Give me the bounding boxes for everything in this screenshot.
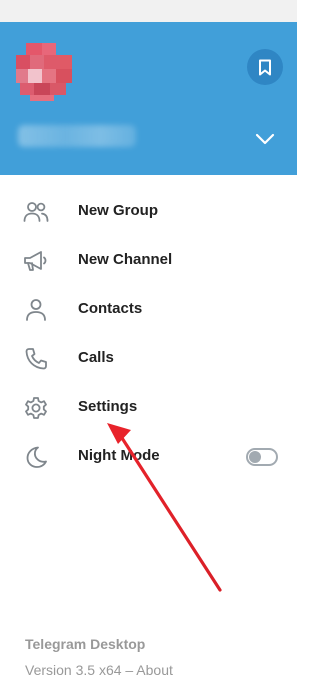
moon-icon xyxy=(23,444,49,470)
profile-header xyxy=(0,22,297,175)
menu-item-label: Contacts xyxy=(78,300,143,317)
expand-accounts-button[interactable] xyxy=(250,124,280,154)
megaphone-icon xyxy=(23,248,49,274)
phone-icon xyxy=(23,346,49,372)
menu-item-label: New Group xyxy=(78,202,159,219)
menu-item-new-group[interactable]: New Group xyxy=(0,187,297,236)
app-name: Telegram Desktop xyxy=(25,636,146,652)
top-strip xyxy=(0,0,297,22)
toggle-knob xyxy=(249,451,261,463)
version-about-link[interactable]: Version 3.5 x64 – About xyxy=(25,662,173,678)
chevron-down-icon xyxy=(255,133,275,145)
night-mode-toggle[interactable] xyxy=(246,448,278,466)
menu-item-night-mode[interactable]: Night Mode xyxy=(0,432,297,481)
menu-item-calls[interactable]: Calls xyxy=(0,334,297,383)
main-menu: New Group New Channel Contacts Calls Set… xyxy=(0,187,297,481)
person-icon xyxy=(23,297,49,323)
menu-item-label: Calls xyxy=(78,349,114,366)
menu-item-new-channel[interactable]: New Channel xyxy=(0,236,297,285)
menu-item-label: Night Mode xyxy=(78,447,160,464)
bookmark-icon xyxy=(259,59,271,75)
gear-icon xyxy=(23,395,49,421)
menu-item-contacts[interactable]: Contacts xyxy=(0,285,297,334)
side-menu: New Group New Channel Contacts Calls Set… xyxy=(0,0,297,700)
user-name-blurred xyxy=(18,125,136,147)
menu-item-label: Settings xyxy=(78,398,138,415)
people-icon xyxy=(23,199,49,225)
saved-messages-button[interactable] xyxy=(247,49,283,85)
user-avatar[interactable] xyxy=(16,43,74,101)
menu-item-settings[interactable]: Settings xyxy=(0,383,297,432)
menu-item-label: New Channel xyxy=(78,251,173,268)
